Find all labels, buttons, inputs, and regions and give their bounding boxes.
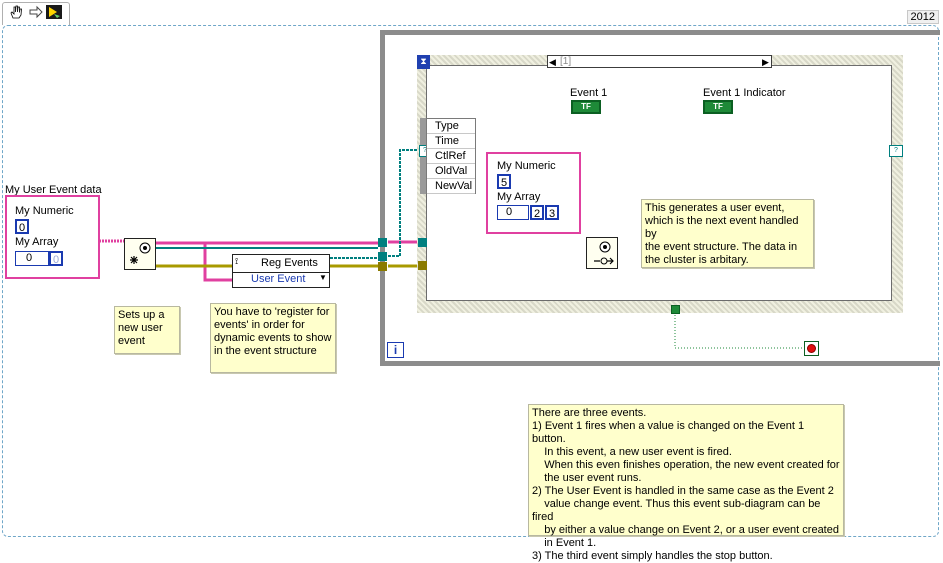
- event-case-selector[interactable]: ◀ [1] ▶: [547, 55, 772, 68]
- note-generates-event: This generates a user event, which is th…: [641, 199, 814, 268]
- event-field-ctlref[interactable]: CtlRef: [427, 149, 475, 164]
- event1-tf-text: TF: [581, 102, 591, 111]
- inner-array-index-value: 0: [506, 206, 513, 218]
- note-explanation: There are three events. 1) Event 1 fires…: [528, 404, 844, 562]
- event-field-type[interactable]: Type: [427, 119, 475, 134]
- right-refnum-tunnel: ?: [889, 145, 903, 157]
- inner-numeric-value[interactable]: 5: [497, 174, 511, 189]
- hourglass-icon: ⧗: [417, 55, 430, 69]
- cluster-tunnel-inner: [418, 238, 427, 247]
- create-user-event-node[interactable]: [124, 238, 156, 270]
- outside-array-element[interactable]: 0: [49, 251, 63, 266]
- cluster-tunnel-left: [378, 238, 387, 247]
- register-events-dropdown-label: User Event: [251, 273, 306, 285]
- outside-array-label: My Array: [15, 236, 59, 248]
- inner-array-element-0[interactable]: 2: [530, 205, 544, 220]
- note-create-event: Sets up a new user event: [114, 306, 180, 354]
- case-selector-right-arrow-icon[interactable]: ▶: [762, 56, 769, 68]
- outside-numeric-value[interactable]: 0: [15, 219, 29, 234]
- inner-cluster-constant[interactable]: My Numeric 5 My Array 0 2 3: [486, 152, 581, 234]
- event1-indicator-tf-text: TF: [713, 102, 723, 111]
- register-events-node[interactable]: ⟟ Reg Events User Event ▼: [232, 254, 330, 288]
- stop-condition-terminal[interactable]: [804, 341, 819, 356]
- stop-icon: [807, 344, 816, 353]
- outside-cluster-constant[interactable]: My Numeric 0 My Array 0 0: [5, 195, 100, 279]
- case-selector-left-arrow-icon[interactable]: ◀: [549, 56, 556, 68]
- generate-user-event-node[interactable]: [586, 237, 618, 269]
- event-field-oldval[interactable]: OldVal: [427, 164, 475, 179]
- register-events-header: ⟟ Reg Events: [233, 255, 329, 273]
- error-tunnel-left: [378, 262, 387, 271]
- register-events-title: Reg Events: [261, 257, 318, 269]
- register-events-icon: ⟟: [235, 256, 239, 266]
- outside-array-index[interactable]: 0: [15, 251, 49, 266]
- inner-numeric-label: My Numeric: [497, 160, 556, 172]
- refnum-tunnel-left: [378, 252, 387, 261]
- outside-array-index-value: 0: [26, 252, 33, 264]
- event1-boolean-indicator[interactable]: TF: [703, 100, 733, 114]
- stop-tunnel: [671, 305, 680, 314]
- inner-array-index[interactable]: 0: [497, 205, 529, 220]
- dropdown-arrow-icon: ▼: [319, 273, 327, 282]
- inner-array-label: My Array: [497, 191, 541, 203]
- register-events-dropdown[interactable]: User Event ▼: [233, 273, 329, 287]
- inner-array-element-1[interactable]: 3: [545, 205, 559, 220]
- event1-boolean-control[interactable]: TF: [571, 100, 601, 114]
- case-selector-label: [1]: [560, 56, 572, 67]
- event1-label: Event 1: [570, 87, 608, 99]
- loop-iteration-terminal: i: [387, 342, 404, 358]
- event-data-node[interactable]: Type Time CtlRef OldVal NewVal: [426, 118, 476, 194]
- event-field-newval[interactable]: NewVal: [427, 179, 475, 194]
- error-tunnel-inner: [418, 261, 427, 270]
- note-register-events: You have to 'register for events' in ord…: [210, 303, 336, 373]
- event-field-time[interactable]: Time: [427, 134, 475, 149]
- event1-indicator-label: Event 1 Indicator: [703, 87, 786, 99]
- outside-numeric-label: My Numeric: [15, 205, 74, 217]
